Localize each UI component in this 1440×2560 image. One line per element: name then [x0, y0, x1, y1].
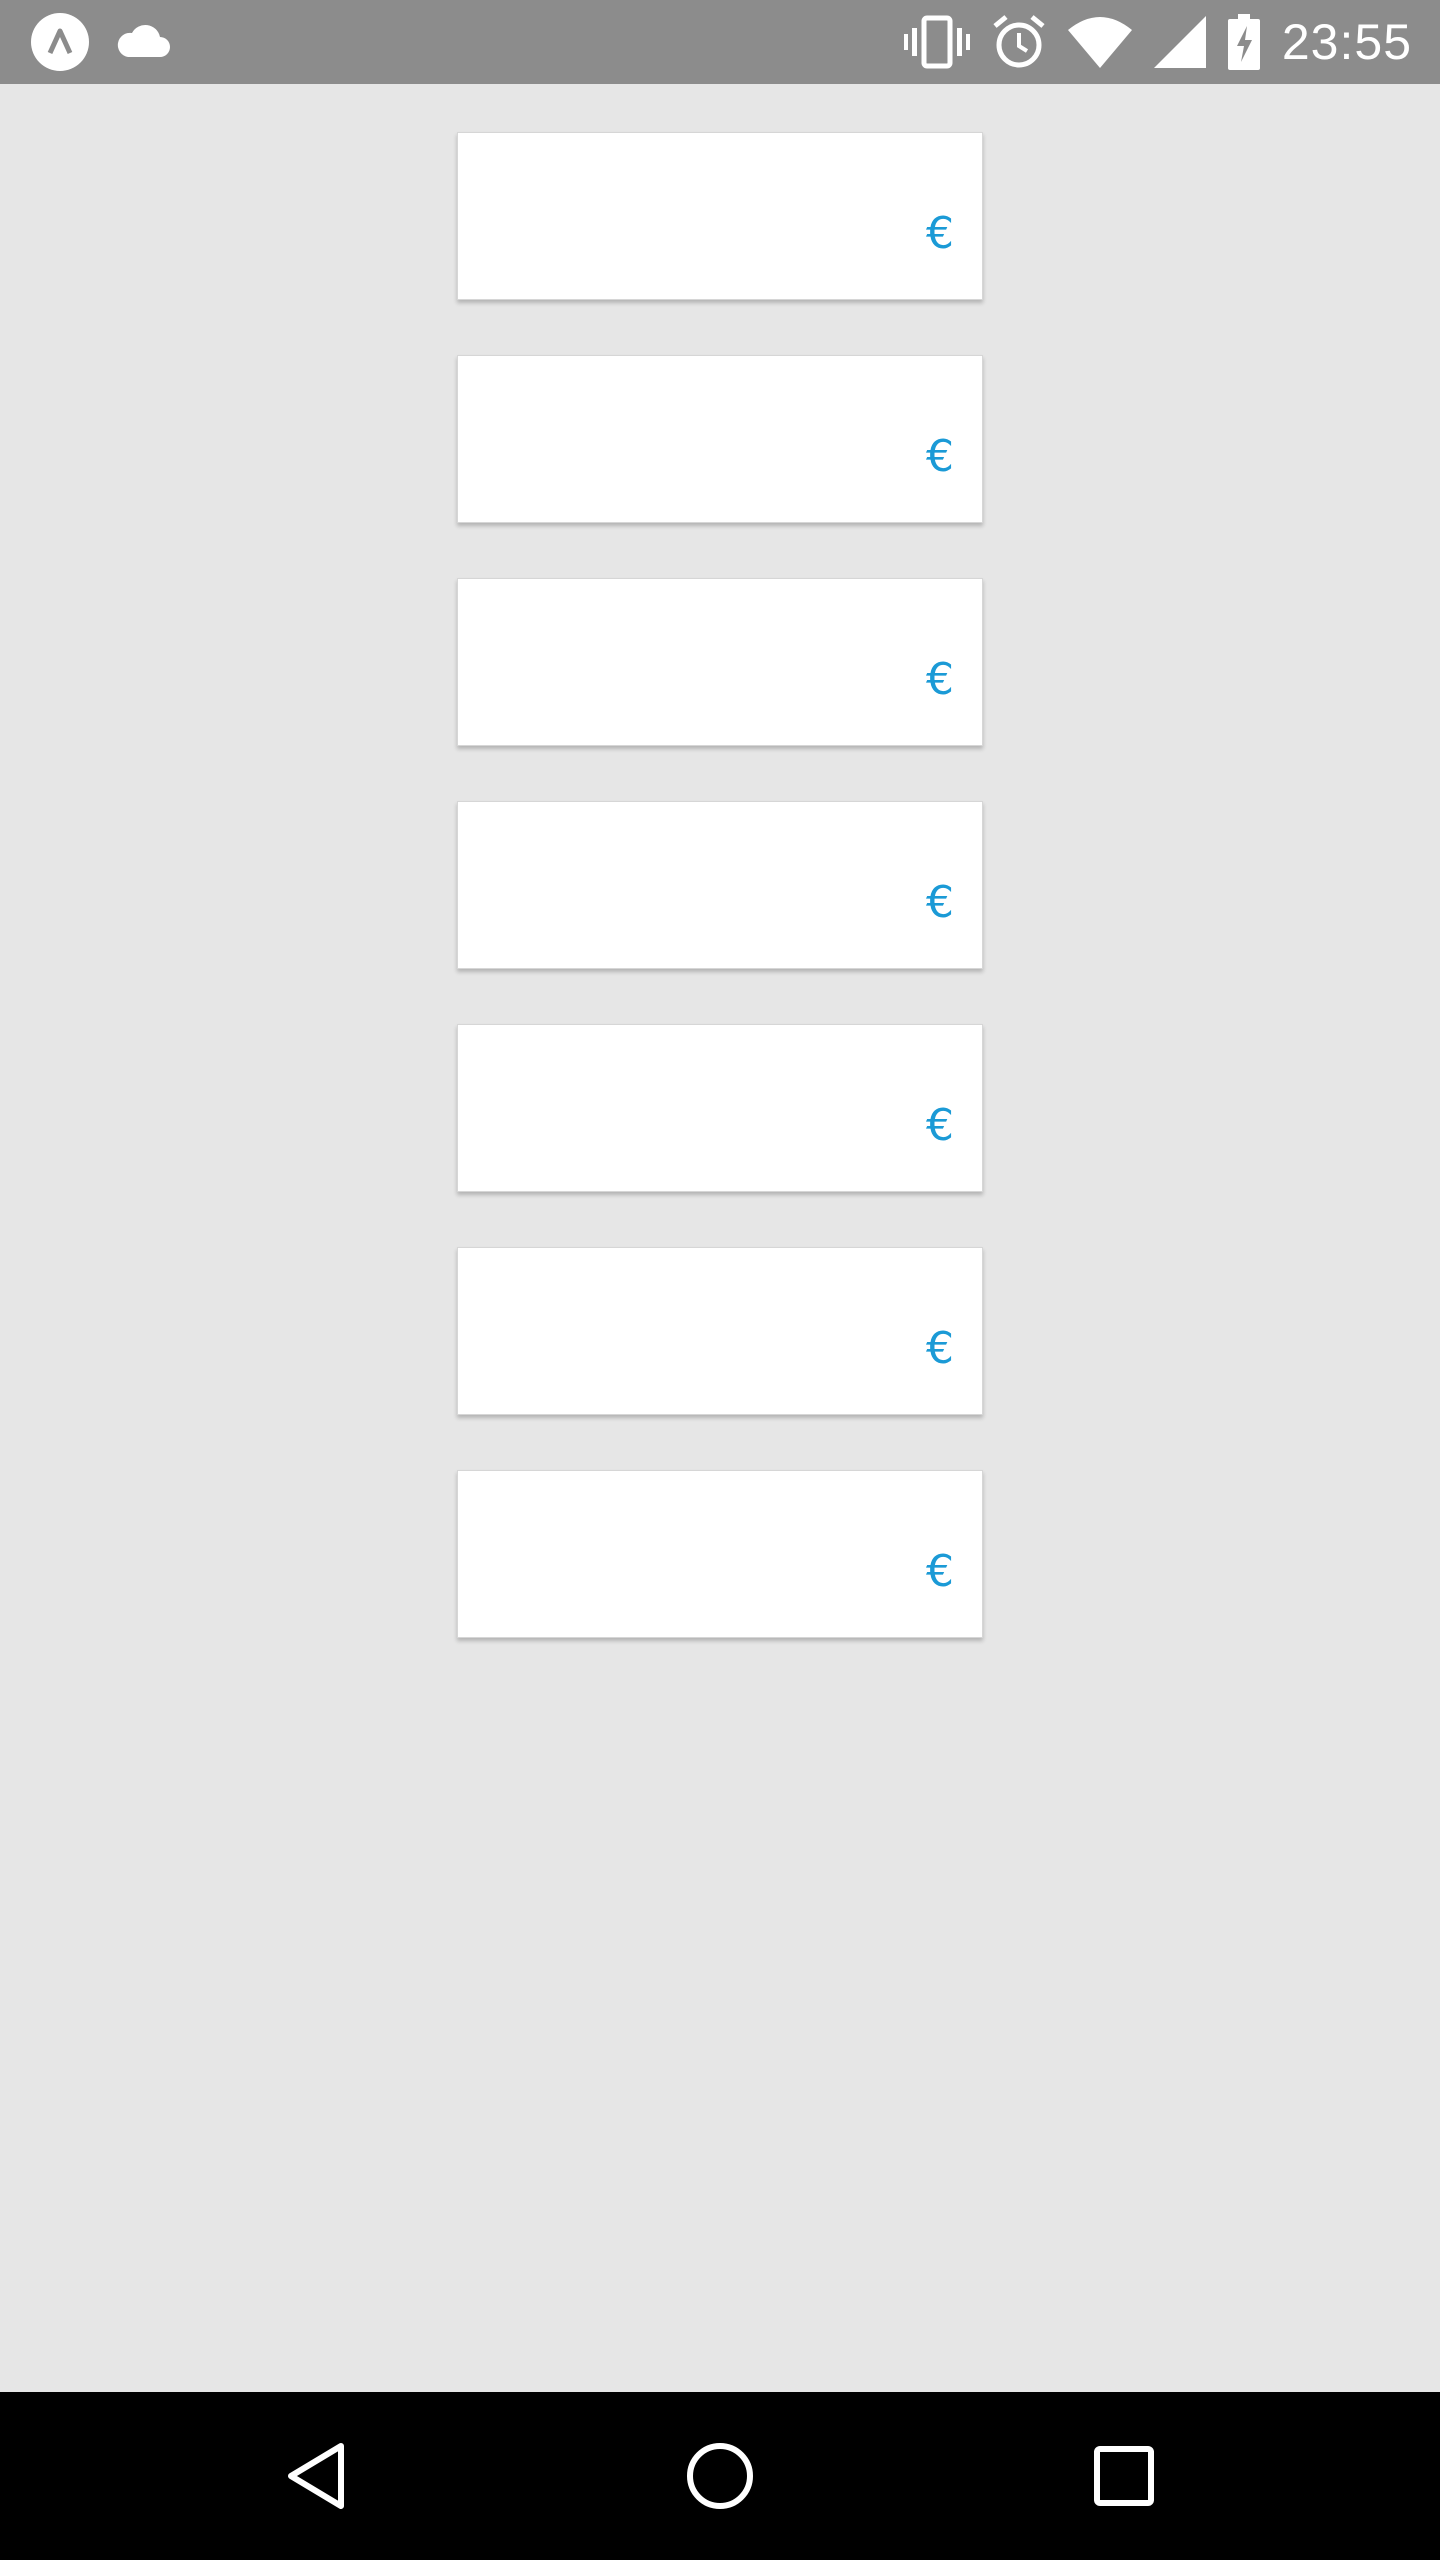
amount-input[interactable] — [468, 1258, 912, 1408]
euro-currency-symbol: € — [926, 431, 954, 482]
amount-input[interactable] — [468, 366, 912, 516]
amount-card[interactable]: € — [457, 1247, 983, 1415]
amount-card[interactable]: € — [457, 1024, 983, 1192]
cell-signal-icon — [1153, 16, 1206, 68]
vibrate-icon — [903, 15, 970, 69]
amount-card[interactable]: € — [457, 578, 983, 746]
status-bar: 23:55 — [0, 0, 1440, 84]
content-area: € € € € € € € — [0, 84, 1440, 2392]
status-left-group — [30, 12, 172, 72]
amount-card[interactable]: € — [457, 1470, 983, 1638]
navigation-bar — [0, 2392, 1440, 2560]
amount-input[interactable] — [468, 812, 912, 962]
amount-card-list: € € € € € € € — [457, 132, 983, 1693]
app-notification-icon — [30, 12, 90, 72]
amount-card[interactable]: € — [457, 801, 983, 969]
euro-currency-symbol: € — [926, 654, 954, 705]
wifi-icon — [1067, 16, 1132, 68]
back-button[interactable] — [266, 2426, 366, 2526]
euro-currency-symbol: € — [926, 877, 954, 928]
euro-currency-symbol: € — [926, 208, 954, 259]
home-button[interactable] — [670, 2426, 770, 2526]
amount-input[interactable] — [468, 143, 912, 293]
status-right-group: 23:55 — [903, 10, 1412, 74]
alarm-icon — [992, 14, 1046, 70]
amount-input[interactable] — [468, 1035, 912, 1185]
euro-currency-symbol: € — [926, 1546, 954, 1597]
euro-currency-symbol: € — [926, 1100, 954, 1151]
recents-icon — [1094, 2446, 1154, 2506]
amount-input[interactable] — [468, 589, 912, 739]
status-time: 23:55 — [1281, 14, 1412, 70]
back-icon — [285, 2441, 347, 2511]
amount-card[interactable]: € — [457, 355, 983, 523]
euro-currency-symbol: € — [926, 1323, 954, 1374]
battery-charging-icon — [1227, 14, 1260, 70]
recents-button[interactable] — [1074, 2426, 1174, 2526]
home-icon — [686, 2442, 754, 2510]
amount-input[interactable] — [468, 1481, 912, 1631]
cloud-icon — [114, 23, 172, 61]
amount-card[interactable]: € — [457, 132, 983, 300]
